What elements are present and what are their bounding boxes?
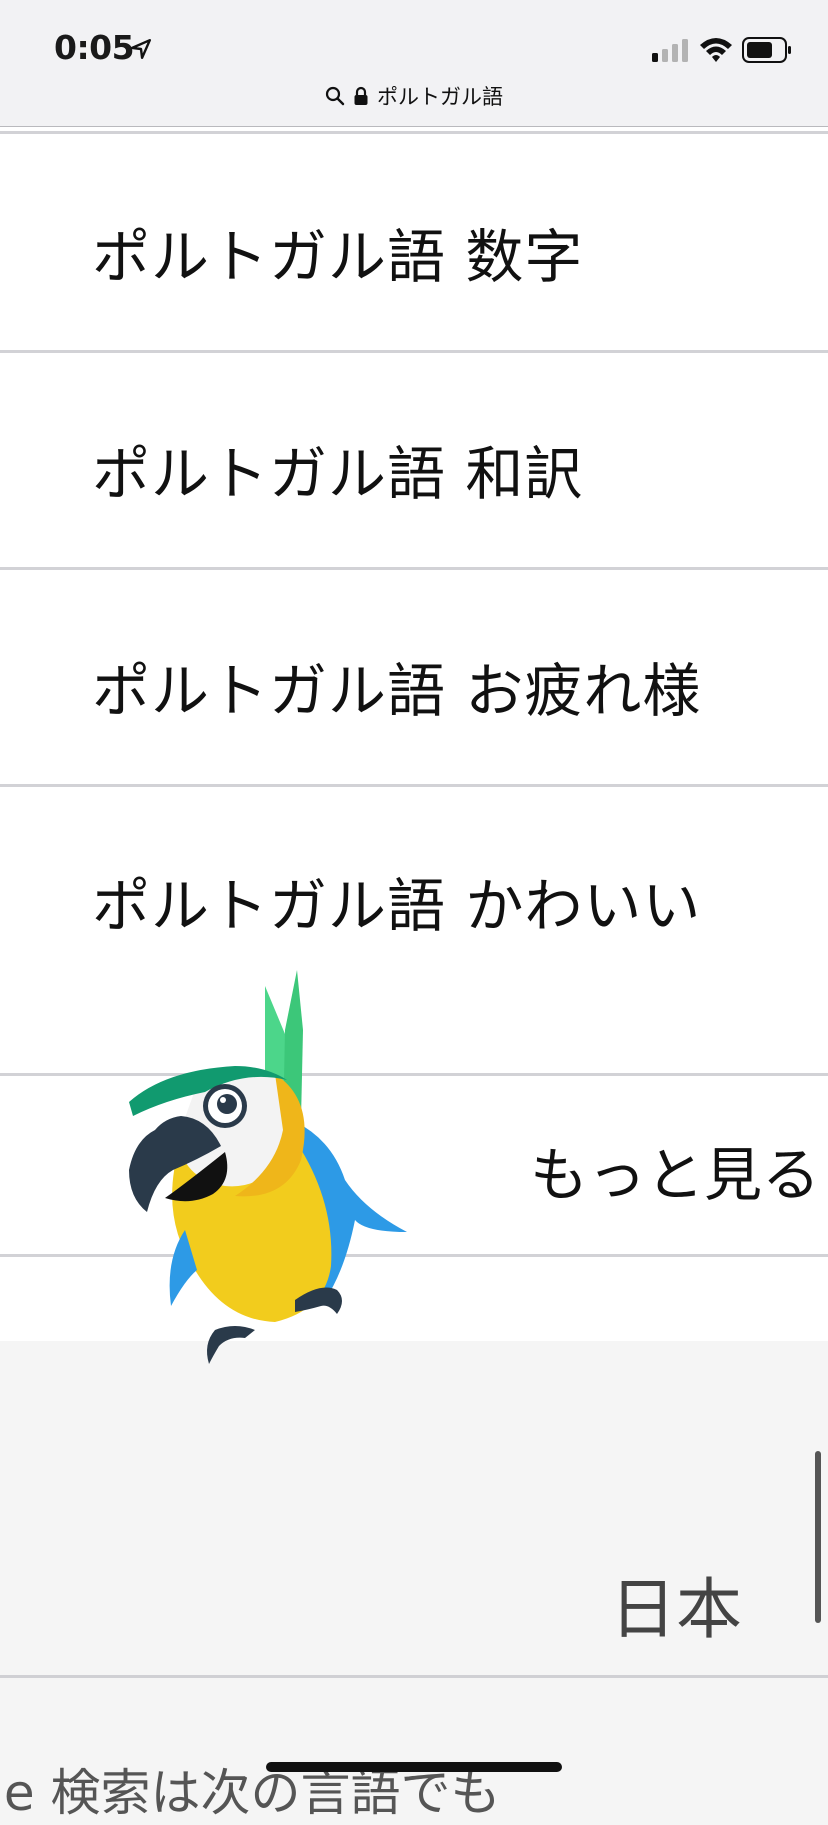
list-item-label: ポルトガル語 お疲れ様 [92,657,702,725]
list-item[interactable]: ポルトガル語 数字 [0,134,828,350]
cellular-signal-icon [652,39,688,62]
wifi-icon [700,38,732,62]
list-item-label: ポルトガル語 かわいい [92,872,702,940]
home-indicator[interactable] [266,1762,562,1772]
list-item[interactable]: ポルトガル語 和訳 [0,353,828,567]
location-arrow-icon [130,38,152,60]
list-item[interactable]: ポルトガル語 お疲れ様 [0,570,828,784]
scrollbar[interactable] [815,1451,821,1623]
search-icon [325,86,345,106]
language-link[interactable]: 日本 [610,1556,742,1652]
battery-icon [742,37,791,63]
list-item-label: ポルトガル語 数字 [92,223,584,291]
status-time: 0:05 [54,28,135,67]
lock-icon [354,86,368,105]
footer: 日本 le 検索は次の言語でも [0,1341,828,1822]
parrot-mascot-icon [129,970,407,1364]
more-label: もっと見る [529,1141,820,1209]
url-bar[interactable]: ポルトガル語 [0,80,828,112]
divider [0,1675,828,1678]
url-text: ポルトガル語 [377,85,503,109]
status-bar: 0:05 ポルトガル語 [0,0,828,127]
list-item-label: ポルトガル語 和訳 [92,440,584,508]
